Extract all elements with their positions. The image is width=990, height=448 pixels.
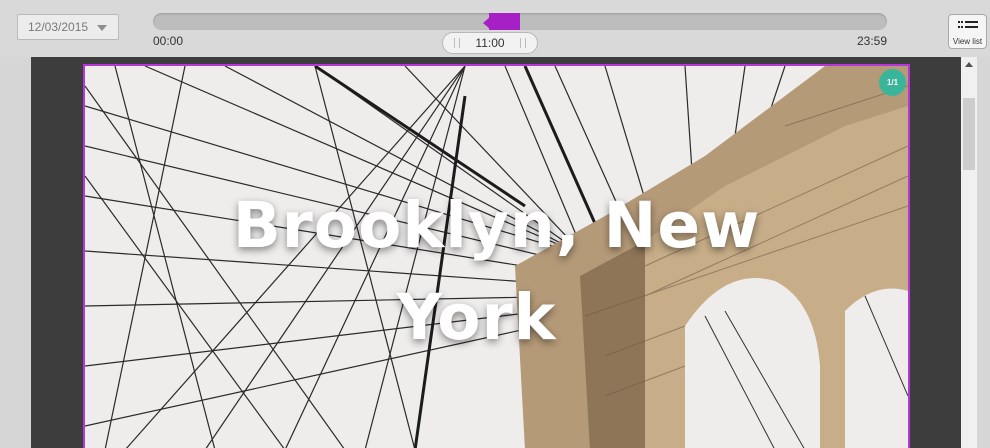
slide-title: Brooklyn, New York <box>85 180 908 364</box>
slide-title-line1: Brooklyn, New <box>232 189 761 262</box>
slide-image[interactable]: Brooklyn, New York 1/1 <box>83 64 910 448</box>
timeline-track[interactable] <box>153 13 887 30</box>
date-value: 12/03/2015 <box>28 20 89 34</box>
top-toolbar: 12/03/2015 00:00 23:59 11:00 View list <box>0 0 990 57</box>
view-list-button[interactable]: View list <box>948 14 987 49</box>
arrow-up-icon[interactable] <box>965 62 973 67</box>
list-icon <box>958 21 978 28</box>
timeline-end-label: 23:59 <box>857 34 888 48</box>
grip-icon <box>520 38 526 48</box>
current-time-label: 11:00 <box>475 36 505 50</box>
vertical-scrollbar[interactable] <box>961 57 977 448</box>
date-dropdown[interactable]: 12/03/2015 <box>17 14 119 40</box>
grip-icon <box>454 38 460 48</box>
chevron-down-icon <box>97 25 107 31</box>
view-list-label: View list <box>952 37 983 46</box>
scroll-thumb[interactable] <box>963 98 975 170</box>
timeline-start-label: 00:00 <box>153 34 184 48</box>
slide-viewer: Brooklyn, New York 1/1 <box>31 57 961 448</box>
marker-notch-icon <box>483 17 490 29</box>
time-slider-handle[interactable]: 11:00 <box>442 32 538 54</box>
timeline-marker[interactable] <box>483 13 520 30</box>
slide-title-line2: York <box>396 281 557 354</box>
right-gutter <box>977 57 990 448</box>
page-indicator-badge: 1/1 <box>879 69 906 96</box>
